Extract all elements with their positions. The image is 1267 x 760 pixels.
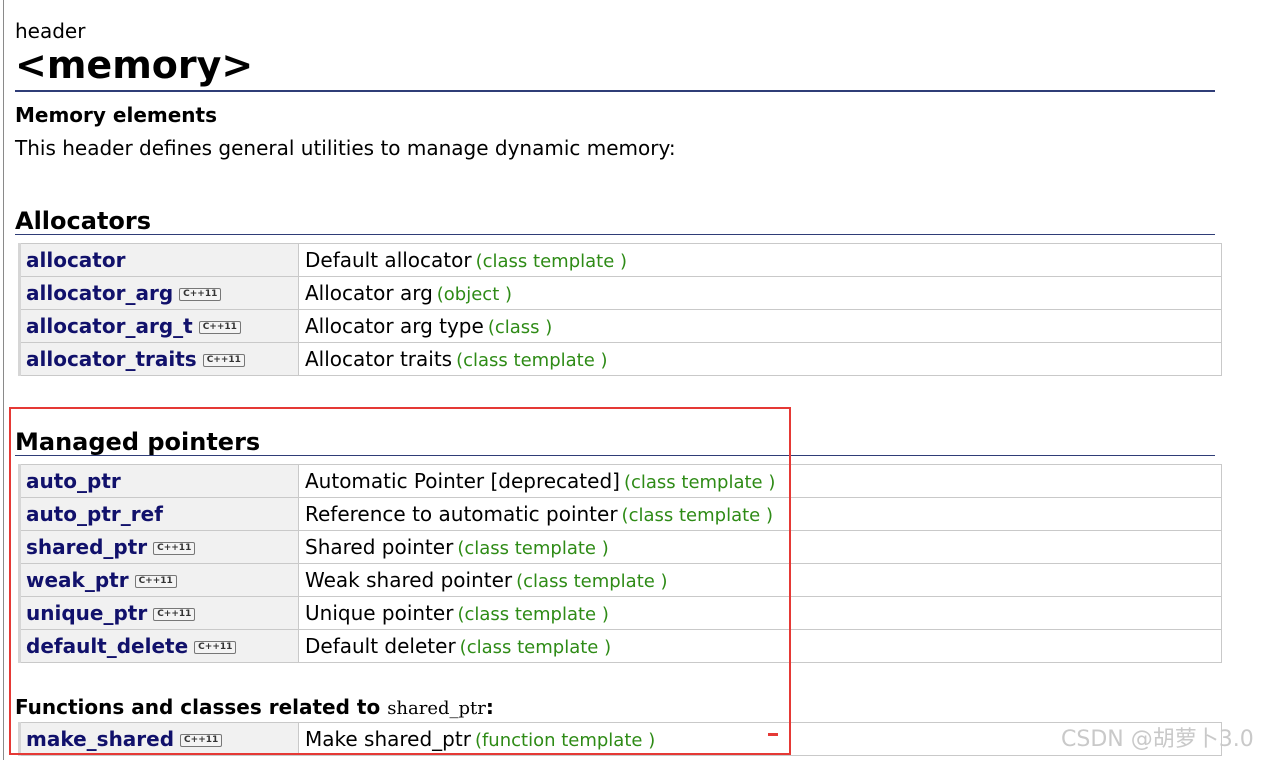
cpp11-badge-icon: C++11 xyxy=(198,321,241,334)
reference-link[interactable]: allocator_arg_t xyxy=(26,314,193,338)
name-cell: allocator_arg C++11 xyxy=(18,276,299,310)
page-title: <memory> xyxy=(15,43,254,87)
memory-elements-description: This header defines general utilities to… xyxy=(15,136,676,160)
table-row: allocator_arg C++11 Allocator arg (object ) xyxy=(18,276,1222,310)
reference-link[interactable]: allocator_arg xyxy=(26,281,173,305)
kind-label: (object ) xyxy=(436,284,512,305)
description-cell: Allocator traits (class template ) xyxy=(298,342,1222,376)
annotation-mark xyxy=(768,733,778,736)
name-cell: allocator_arg_t C++11 xyxy=(18,309,299,343)
name-cell: allocator xyxy=(18,243,299,277)
description-text: Allocator traits xyxy=(305,347,453,371)
description-text: Default allocator xyxy=(305,248,472,272)
kind-label: (class template ) xyxy=(456,350,608,371)
description-text: Allocator arg xyxy=(305,281,433,305)
description-cell: Allocator arg type (class ) xyxy=(298,309,1222,343)
table-row: allocator_arg_t C++11 Allocator arg type (c… xyxy=(18,309,1222,343)
memory-elements-heading: Memory elements xyxy=(15,103,218,127)
kind-label: (class ) xyxy=(487,317,553,338)
reference-link[interactable]: allocator_traits xyxy=(26,347,197,371)
watermark: CSDN @胡萝卜3.0 xyxy=(1061,727,1254,752)
allocators-divider xyxy=(15,234,1215,235)
description-text: Allocator arg type xyxy=(305,314,484,338)
reference-link[interactable]: allocator xyxy=(26,248,125,272)
cpp11-badge-icon: C++11 xyxy=(179,288,222,301)
table-row: allocator Default allocator (class templat… xyxy=(18,243,1222,277)
title-divider xyxy=(15,90,1215,92)
highlight-annotation-box xyxy=(9,407,791,755)
name-cell: allocator_traits C++11 xyxy=(18,342,299,376)
page-left-border xyxy=(3,0,4,760)
kind-label: (class template ) xyxy=(475,251,628,272)
header-kind-label: header xyxy=(15,19,86,43)
description-cell: Default allocator (class template ) xyxy=(298,243,1222,277)
allocators-table: allocator Default allocator (class templat… xyxy=(18,243,1222,376)
cpp11-badge-icon: C++11 xyxy=(202,354,245,367)
allocators-heading: Allocators xyxy=(15,207,152,235)
table-row: allocator_traits C++11 Allocator traits (cl… xyxy=(18,342,1222,376)
description-cell: Allocator arg (object ) xyxy=(298,276,1222,310)
